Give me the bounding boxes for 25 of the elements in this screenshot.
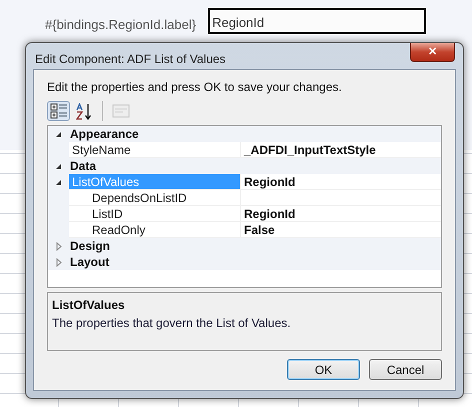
- expand-icon[interactable]: [56, 258, 62, 266]
- category-name[interactable]: Appearance: [70, 127, 139, 141]
- property-value[interactable]: RegionId: [244, 175, 296, 189]
- property-value[interactable]: _ADFDI_InputTextStyle: [244, 143, 376, 157]
- description-text: The properties that govern the List of Values.: [52, 315, 292, 332]
- property-name[interactable]: ListID: [69, 206, 241, 222]
- dialog-button[interactable]: Cancel: [369, 359, 442, 380]
- category-name[interactable]: Layout: [70, 255, 110, 269]
- categorized-view-icon[interactable]: [47, 101, 70, 121]
- dialog-button[interactable]: OK: [287, 359, 360, 380]
- expand-icon[interactable]: [56, 242, 62, 250]
- collapse-icon[interactable]: [55, 130, 62, 138]
- window-title: Edit Component: ADF List of Values: [34, 51, 226, 68]
- collapse-icon[interactable]: [55, 162, 62, 170]
- collapse-icon[interactable]: [55, 178, 62, 186]
- category-name[interactable]: Design: [70, 239, 110, 253]
- property-value[interactable]: False: [244, 223, 275, 237]
- property-value[interactable]: RegionId: [244, 207, 296, 221]
- category-name[interactable]: Data: [70, 159, 96, 173]
- property-name[interactable]: DependsOnListID: [69, 190, 241, 206]
- close-button[interactable]: ✕: [410, 43, 455, 62]
- description-title: ListOfValues: [52, 297, 126, 314]
- field-label: #{bindings.RegionId.label}: [45, 16, 196, 34]
- instruction-text: Edit the properties and press OK to save your changes.: [47, 79, 343, 96]
- text-field[interactable]: RegionId: [208, 8, 426, 34]
